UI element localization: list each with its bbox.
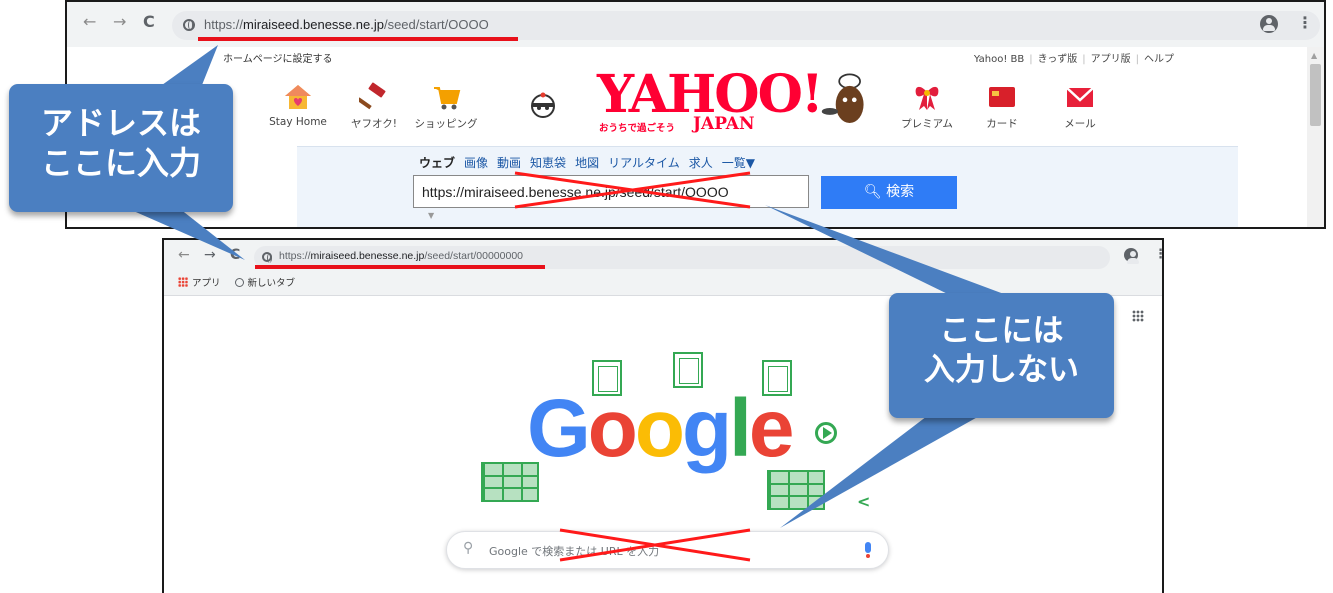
callout-not-here: ここには 入力しない xyxy=(889,293,1114,418)
callout-pointer-down xyxy=(780,410,990,528)
callout-address-here: アドレスは ここに入力 xyxy=(9,84,233,212)
url-underline-bottom xyxy=(255,265,545,269)
url-underline-top xyxy=(198,37,518,41)
callout-pointer-bottom xyxy=(120,205,245,260)
callout-pointer-up xyxy=(765,205,1020,300)
